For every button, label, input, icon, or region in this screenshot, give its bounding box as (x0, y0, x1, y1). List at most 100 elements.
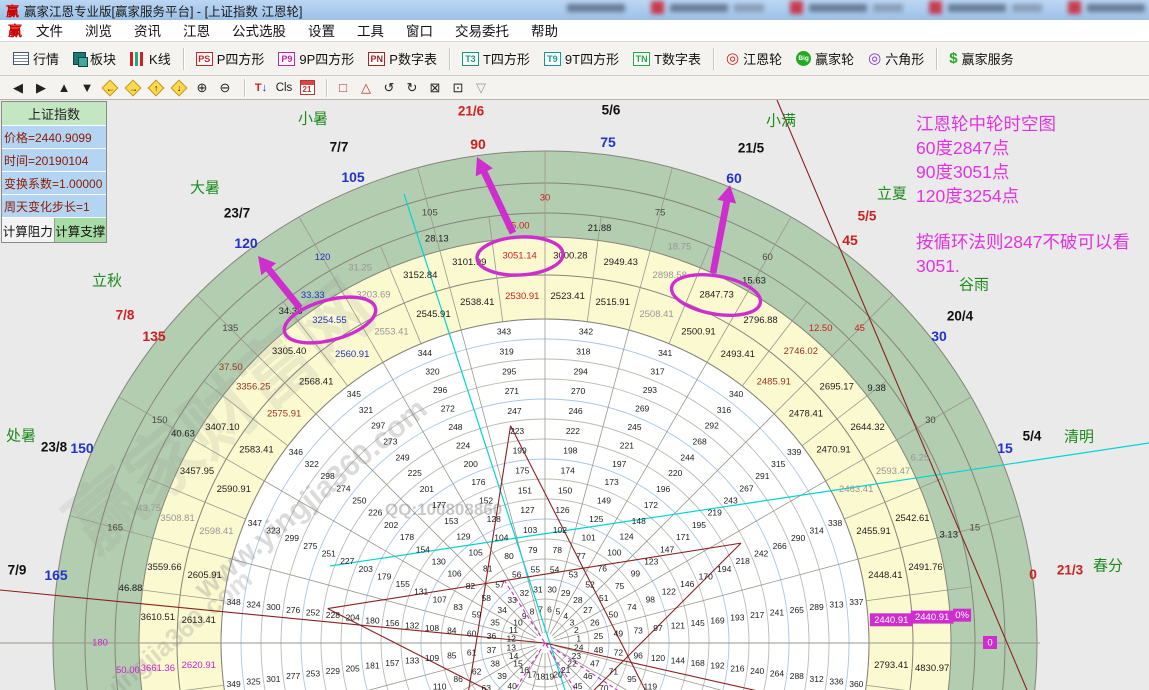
svg-text:2553.41: 2553.41 (374, 326, 408, 337)
svg-text:293: 293 (643, 385, 657, 395)
svg-text:96: 96 (633, 650, 643, 660)
toolbar-button-T数字表[interactable]: TNT数字表 (633, 49, 701, 68)
t-down-icon[interactable]: T↓ (251, 78, 271, 98)
svg-text:15: 15 (970, 522, 981, 533)
menu-item-9[interactable]: 帮助 (531, 24, 558, 39)
svg-text:24: 24 (574, 642, 584, 652)
svg-text:315: 315 (771, 459, 785, 469)
toolbar-button-赢家服务[interactable]: $赢家服务 (949, 49, 1013, 68)
app-logo-icon: 赢 (6, 1, 19, 20)
svg-text:2545.91: 2545.91 (416, 309, 450, 320)
up-icon[interactable]: ▲ (54, 78, 74, 98)
menu-item-0[interactable]: 文件 (36, 24, 63, 39)
svg-text:2: 2 (574, 625, 579, 635)
toolbar-button-六角形[interactable]: ◎六角形 (868, 49, 924, 68)
toolbar-label: 六角形 (885, 49, 924, 68)
calc-resistance-button[interactable]: 计算阻力 (2, 218, 55, 242)
toolbar-separator (183, 48, 184, 70)
drawing-toolbar: ◀▶▲▼←→↑↓⊕⊖ T↓Cls21 □△↺↻⊠⊡▽ (0, 76, 1149, 100)
clear-icon[interactable]: ▽ (471, 78, 491, 98)
menu-item-3[interactable]: 江恩 (183, 24, 210, 39)
svg-text:193: 193 (730, 613, 744, 623)
svg-text:128: 128 (487, 514, 501, 524)
menu-item-1[interactable]: 浏览 (85, 24, 112, 39)
svg-text:105: 105 (341, 169, 365, 185)
svg-text:173: 173 (604, 477, 618, 487)
shift-right-icon[interactable]: → (123, 78, 143, 98)
tn-icon: TN (633, 52, 650, 66)
calendar-icon[interactable]: 21 (297, 78, 317, 98)
svg-text:145: 145 (691, 618, 705, 628)
toolbar-button-行情[interactable]: 行情 (13, 49, 59, 68)
svg-text:122: 122 (662, 587, 676, 597)
svg-text:300: 300 (266, 602, 280, 612)
svg-text:248: 248 (448, 422, 462, 432)
menu-item-6[interactable]: 工具 (357, 24, 384, 39)
menu-item-5[interactable]: 设置 (308, 24, 335, 39)
svg-text:323: 323 (266, 525, 280, 535)
svg-text:12.50: 12.50 (809, 323, 833, 334)
toolbar-button-板块[interactable]: 板块 (73, 49, 116, 68)
toolbar-separator (449, 48, 450, 70)
annotation-line: 60度2847点 (916, 136, 1130, 160)
menu-item-4[interactable]: 公式选股 (232, 24, 286, 39)
svg-text:347: 347 (248, 518, 262, 528)
svg-text:203: 203 (359, 564, 373, 574)
next-icon[interactable]: ▶ (31, 78, 51, 98)
svg-text:2793.41: 2793.41 (874, 660, 908, 671)
toolbar-button-K线[interactable]: K线 (130, 49, 171, 68)
svg-text:2538.41: 2538.41 (460, 297, 494, 308)
cls-button[interactable]: Cls (274, 78, 294, 98)
prev-icon[interactable]: ◀ (8, 78, 28, 98)
square-tool-icon[interactable]: □ (333, 78, 353, 98)
svg-text:62: 62 (472, 666, 482, 676)
svg-text:194: 194 (717, 564, 731, 574)
toolbar-button-P四方形[interactable]: PSP四方形 (196, 49, 265, 68)
expand-icon[interactable]: ⊠ (425, 78, 445, 98)
svg-text:265: 265 (790, 605, 804, 615)
svg-text:70: 70 (599, 683, 609, 690)
menu-item-2[interactable]: 资讯 (134, 24, 161, 39)
triangle-tool-icon[interactable]: △ (356, 78, 376, 98)
toolbar-label: 9T四方形 (565, 49, 619, 68)
toolbar-button-9P四方形[interactable]: P99P四方形 (278, 49, 354, 68)
toolbar-button-P数字表[interactable]: PNP数字表 (368, 49, 437, 68)
svg-text:51: 51 (599, 593, 609, 603)
svg-text:25: 25 (594, 631, 604, 641)
rotate-cw-icon[interactable]: ↻ (402, 78, 422, 98)
svg-text:222: 222 (566, 426, 580, 436)
down-icon[interactable]: ▼ (77, 78, 97, 98)
toolbar-button-赢家轮[interactable]: Big赢家轮 (796, 49, 854, 68)
menu-item-8[interactable]: 交易委托 (455, 24, 509, 39)
shrink-icon[interactable]: ⊡ (448, 78, 468, 98)
svg-text:49: 49 (614, 628, 624, 638)
toolbar-button-9T四方形[interactable]: T99T四方形 (544, 49, 619, 68)
shift-left-icon[interactable]: ← (100, 78, 120, 98)
svg-text:202: 202 (384, 520, 398, 530)
svg-text:223: 223 (510, 426, 524, 436)
shift-up-icon[interactable]: ↑ (146, 78, 166, 98)
toolbar-button-江恩轮[interactable]: ◎江恩轮 (726, 49, 782, 68)
svg-text:348: 348 (227, 597, 241, 607)
svg-text:3051.14: 3051.14 (502, 250, 536, 261)
toolbar-label: K线 (149, 49, 171, 68)
svg-text:241: 241 (770, 607, 784, 617)
svg-text:29: 29 (561, 588, 571, 598)
svg-text:341: 341 (658, 348, 672, 358)
zoom-out-icon[interactable]: ⊖ (215, 78, 235, 98)
svg-text:299: 299 (285, 533, 299, 543)
zoom-in-icon[interactable]: ⊕ (192, 78, 212, 98)
toolbar-button-T四方形[interactable]: T3T四方形 (462, 49, 530, 68)
svg-text:340: 340 (729, 389, 743, 399)
rotate-ccw-icon[interactable]: ↺ (379, 78, 399, 98)
svg-text:200: 200 (464, 459, 478, 469)
svg-text:2542.61: 2542.61 (895, 513, 929, 524)
svg-text:2478.41: 2478.41 (789, 409, 823, 420)
svg-text:120: 120 (234, 235, 258, 251)
svg-text:121: 121 (671, 621, 685, 631)
menu-item-7[interactable]: 窗口 (406, 24, 433, 39)
calc-support-button[interactable]: 计算支撑 (55, 218, 107, 242)
svg-text:3559.66: 3559.66 (147, 562, 181, 573)
svg-text:325: 325 (246, 676, 260, 686)
shift-down-icon[interactable]: ↓ (169, 78, 189, 98)
